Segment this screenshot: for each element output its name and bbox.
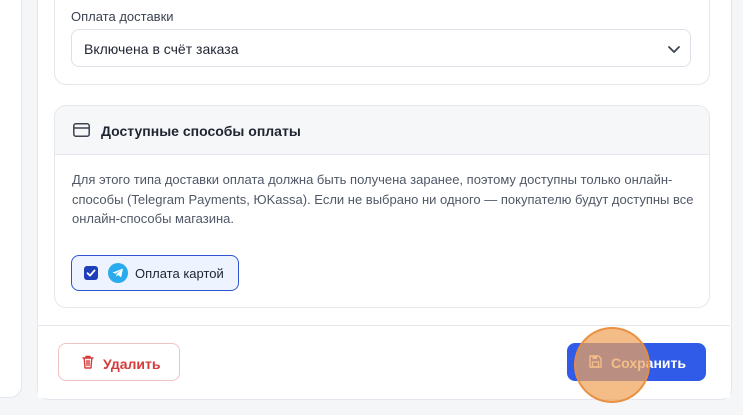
delete-button[interactable]: Удалить: [58, 343, 180, 381]
payment-methods-description: Для этого типа доставки оплата должна бы…: [72, 172, 694, 226]
payment-methods-section: Доступные способы оплаты Для этого типа …: [54, 105, 710, 308]
delete-button-label: Удалить: [103, 356, 161, 372]
left-panel: [0, 0, 22, 398]
delivery-payment-value: Включена в счёт заказа: [84, 41, 239, 57]
save-button-label: Сохранить: [611, 355, 686, 371]
save-button[interactable]: Сохранить: [567, 343, 706, 381]
payment-methods-header: Доступные способы оплаты: [55, 106, 709, 155]
chevron-down-icon: [667, 42, 681, 56]
page: Оплата доставки Включена в счёт заказа Д…: [0, 0, 743, 415]
delivery-payment-select[interactable]: Включена в счёт заказа: [71, 29, 691, 67]
telegram-icon: [108, 263, 128, 283]
payment-method-card-option[interactable]: Оплата картой: [71, 255, 239, 291]
payment-method-checkbox[interactable]: [84, 266, 98, 280]
credit-card-icon: [73, 123, 90, 137]
delivery-payment-label: Оплата доставки: [71, 9, 174, 24]
trash-icon: [82, 355, 94, 374]
save-icon: [589, 355, 602, 373]
payment-method-label: Оплата картой: [135, 266, 224, 281]
payment-methods-title: Доступные способы оплаты: [101, 123, 301, 139]
